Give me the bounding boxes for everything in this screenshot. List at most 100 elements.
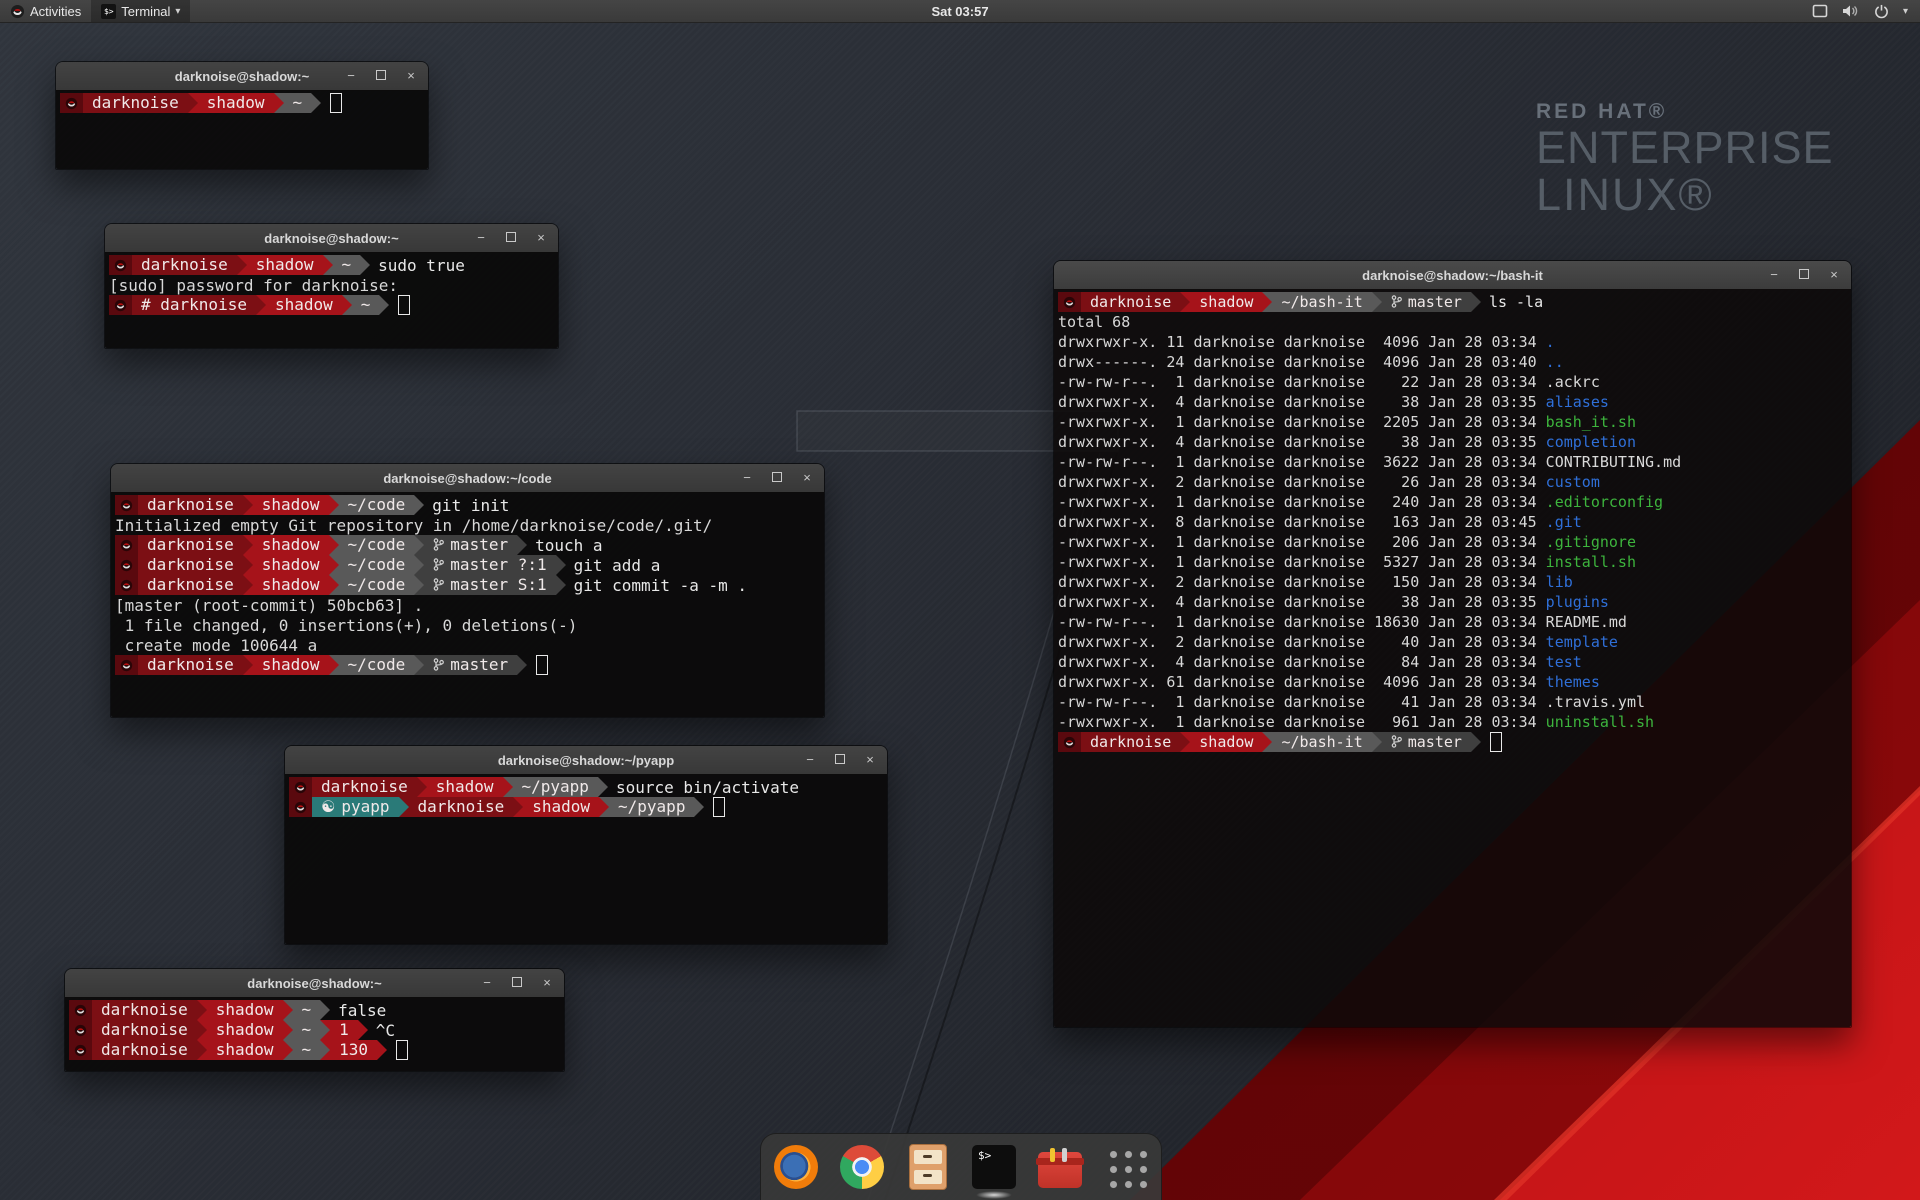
maximize-button[interactable] [510, 976, 524, 990]
dock-chrome-icon[interactable] [838, 1141, 886, 1193]
powerline-separator [414, 555, 424, 575]
minimize-button[interactable]: − [740, 471, 754, 485]
window-title: darknoise@shadow:~ [247, 976, 381, 991]
dock-firefox-icon[interactable] [772, 1141, 820, 1193]
powerline-separator [320, 1020, 330, 1040]
maximize-button[interactable] [504, 231, 518, 245]
window-titlebar[interactable]: darknoise@shadow:~/bash-it−× [1054, 261, 1851, 290]
prompt-segment-user: darknoise [138, 655, 243, 675]
minimize-button[interactable]: − [474, 231, 488, 245]
close-button[interactable]: × [540, 976, 554, 990]
terminal-content[interactable]: darknoiseshadow~/codegit initInitialized… [111, 492, 824, 717]
close-button[interactable]: × [534, 231, 548, 245]
output-line: drwxrwxr-x. 4 darknoise darknoise 38 Jan… [1058, 592, 1851, 612]
prompt-segment-git: master S:1 [424, 575, 555, 595]
ls-row-columns: -rwxrwxr-x. 1 darknoise darknoise 2205 J… [1058, 413, 1546, 431]
prompt-segment-host: shadow [253, 655, 329, 675]
prompt-segment-status: 130 [330, 1040, 377, 1060]
maximize-button[interactable] [1797, 268, 1811, 282]
dock-terminal-icon[interactable] [970, 1141, 1018, 1193]
powerline-separator [694, 797, 704, 817]
chevron-down-icon[interactable]: ▾ [1903, 6, 1908, 17]
brand-red-hat: RED HAT® [1536, 100, 1834, 124]
prompt-segment-path: ~ [333, 255, 361, 275]
ls-row-columns: drwxrwxr-x. 2 darknoise darknoise 150 Ja… [1058, 573, 1546, 591]
prompt-segment-host: shadow [253, 535, 329, 555]
window-titlebar[interactable]: darknoise@shadow:~/pyapp−× [285, 746, 887, 775]
window-buttons: −× [1767, 261, 1841, 289]
terminal-content[interactable]: darknoiseshadow~ [56, 90, 428, 169]
ls-row-filename: uninstall.sh [1546, 713, 1654, 731]
powerline-separator [1180, 732, 1190, 752]
maximize-button[interactable] [833, 753, 847, 767]
running-indicator [976, 1191, 1012, 1199]
prompt-segment-user: darknoise [312, 777, 417, 797]
dock-toolbox-icon[interactable] [1036, 1141, 1084, 1193]
command-text: git init [432, 496, 509, 515]
minimize-button[interactable]: − [480, 976, 494, 990]
window-title: darknoise@shadow:~/bash-it [1362, 268, 1543, 283]
powerline-separator [329, 555, 339, 575]
ls-row-columns: -rwxrwxr-x. 1 darknoise darknoise 206 Ja… [1058, 533, 1546, 551]
command-text: ls -la [1489, 293, 1543, 311]
prompt-segment-icon [69, 1020, 92, 1040]
output-line: drwxrwxr-x. 2 darknoise darknoise 150 Ja… [1058, 572, 1851, 592]
terminal-content[interactable]: darknoiseshadow~falsedarknoiseshadow~1^C… [65, 997, 564, 1071]
prompt-segment-venv: ☯pyapp [312, 797, 399, 817]
command-text: touch a [535, 536, 602, 555]
power-icon[interactable] [1874, 4, 1889, 19]
maximize-button[interactable] [374, 69, 388, 83]
dock-appgrid-icon[interactable] [1102, 1141, 1150, 1193]
output-line: -rw-rw-r--. 1 darknoise darknoise 22 Jan… [1058, 372, 1851, 392]
prompt-segment-host: shadow [253, 495, 329, 515]
system-status-area[interactable]: ▾ [1800, 0, 1920, 22]
minimize-button[interactable]: − [1767, 268, 1781, 282]
ls-row-filename: README.md [1546, 613, 1627, 631]
prompt-segment-icon [115, 655, 138, 675]
output-line: total 68 [1058, 312, 1851, 332]
terminal-window: darknoise@shadow:~ − × darknoiseshadow~fals… [64, 968, 565, 1072]
volume-icon[interactable] [1842, 4, 1860, 18]
close-button[interactable]: × [863, 753, 877, 767]
output-line: -rw-rw-r--. 1 darknoise darknoise 18630 … [1058, 612, 1851, 632]
prompt-segment-user: darknoise [92, 1040, 197, 1060]
terminal-content[interactable]: darknoiseshadow~/bash-itmasterls -latota… [1054, 289, 1851, 1027]
ls-row-columns: -rw-rw-r--. 1 darknoise darknoise 18630 … [1058, 613, 1546, 631]
ls-row-filename: install.sh [1546, 553, 1636, 571]
maximize-button[interactable] [770, 471, 784, 485]
window-titlebar[interactable]: darknoise@shadow:~ − × [65, 969, 564, 998]
window-titlebar[interactable]: darknoise@shadow:~−× [105, 224, 558, 253]
prompt-segment-path: ~/pyapp [513, 777, 598, 797]
close-button[interactable]: × [404, 69, 418, 83]
terminal-content[interactable]: darknoiseshadow~/pyappsource bin/activat… [285, 774, 887, 944]
clock-label[interactable]: Sat 03:57 [931, 4, 988, 19]
prompt-segment-icon [69, 1040, 92, 1060]
close-button[interactable]: × [800, 471, 814, 485]
ls-row-columns: -rw-rw-r--. 1 darknoise darknoise 41 Jan… [1058, 693, 1546, 711]
prompt-segment-user: darknoise [138, 575, 243, 595]
prompt-segment-user: darknoise [138, 535, 243, 555]
ls-row-filename: test [1546, 653, 1582, 671]
app-menu-terminal[interactable]: $> Terminal ▾ [91, 0, 190, 22]
prompt-line: darknoiseshadow~/codemaster ?:1git add a [115, 555, 824, 575]
terminal-cursor [713, 797, 725, 817]
terminal-content[interactable]: darknoiseshadow~sudo true[sudo] password… [105, 252, 558, 348]
close-button[interactable]: × [1827, 268, 1841, 282]
window-titlebar[interactable]: darknoise@shadow:~−× [56, 62, 428, 91]
redhat-prompt-icon [74, 1004, 87, 1017]
dock-files-icon[interactable] [904, 1141, 952, 1193]
prompt-segment-icon [1058, 292, 1081, 312]
display-icon[interactable] [1812, 4, 1828, 18]
top-bar: Activities $> Terminal ▾ Sat 03:57 ▾ [0, 0, 1920, 23]
output-text: Initialized empty Git repository in /hom… [115, 516, 712, 535]
powerline-separator [329, 655, 339, 675]
redhat-prompt-icon [120, 559, 133, 572]
ls-row-filename: completion [1546, 433, 1636, 451]
prompt-segment-icon [289, 777, 312, 797]
window-buttons: −× [344, 62, 418, 90]
minimize-button[interactable]: − [803, 753, 817, 767]
window-titlebar[interactable]: darknoise@shadow:~/code−× [111, 464, 824, 493]
minimize-button[interactable]: − [344, 69, 358, 83]
powerline-separator [417, 777, 427, 797]
activities-button[interactable]: Activities [0, 0, 91, 22]
